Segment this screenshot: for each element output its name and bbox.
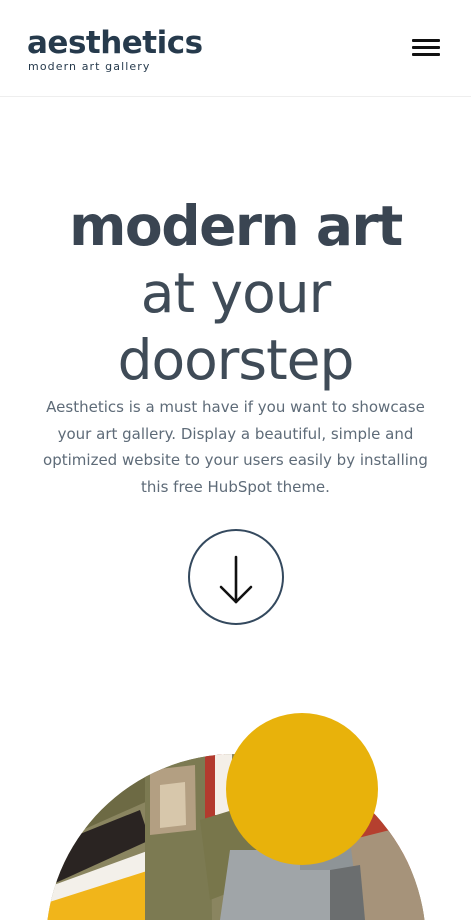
- hamburger-menu-icon[interactable]: [412, 39, 441, 59]
- site-header: aesthetics modern art gallery: [0, 0, 471, 97]
- menu-bar: [412, 53, 440, 56]
- menu-bar: [412, 39, 440, 42]
- featured-artwork: [0, 700, 471, 920]
- hero-description: Aesthetics is a must have if you want to…: [43, 398, 428, 496]
- arrow-down-icon: [219, 555, 253, 604]
- logo[interactable]: aesthetics modern art gallery: [27, 26, 203, 73]
- logo-tagline: modern art gallery: [28, 60, 151, 73]
- hero-title-line-3: doorstep: [117, 328, 355, 392]
- hero-heading: modern art at your doorstep: [0, 192, 471, 394]
- scroll-down-button[interactable]: [188, 529, 284, 625]
- artwork-image: [46, 713, 426, 920]
- menu-bar: [412, 46, 440, 49]
- hero-title-bold: modern art: [69, 194, 403, 258]
- hero-title-line-2: at your: [140, 261, 331, 325]
- logo-wordmark: aesthetics: [27, 25, 203, 61]
